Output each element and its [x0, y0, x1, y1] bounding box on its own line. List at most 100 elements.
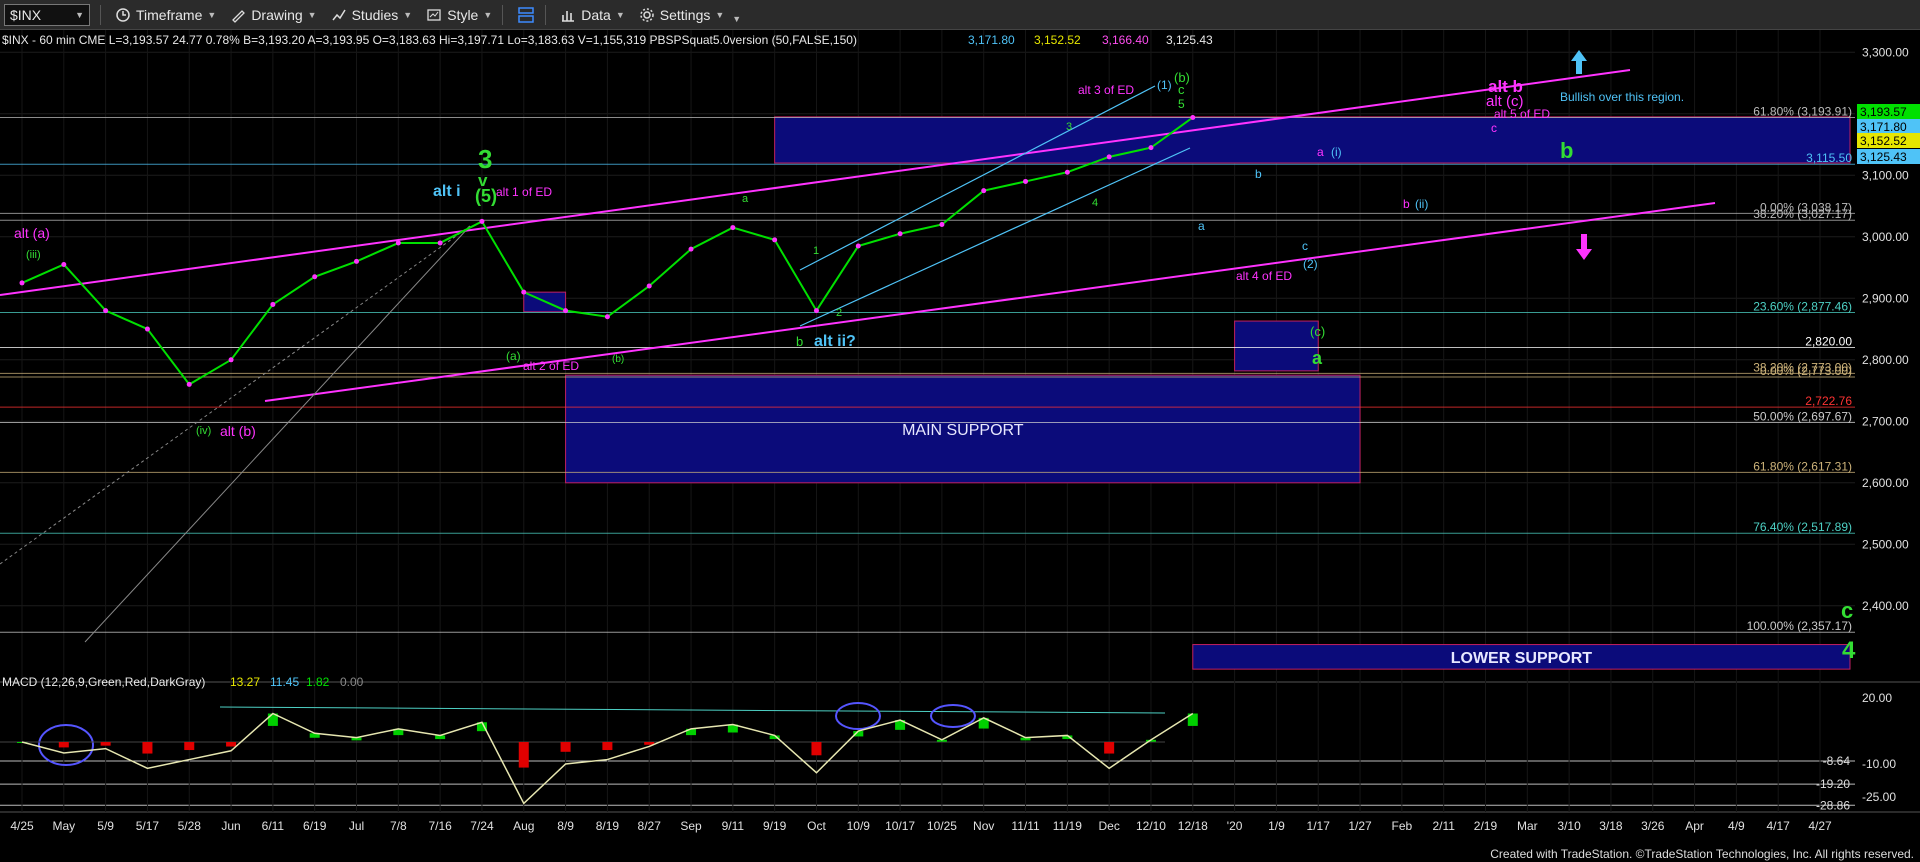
- time-tick-label: 9/11: [722, 819, 745, 833]
- price-point: [228, 357, 234, 363]
- price-point: [103, 308, 109, 314]
- time-tick-label: 4/25: [10, 819, 34, 833]
- macd-tick-label: -10.00: [1862, 757, 1896, 771]
- info-value: 3,166.40: [1102, 33, 1149, 47]
- time-tick-label: 6/11: [262, 819, 285, 833]
- time-axis: 4/25 May 5/9 5/17 5/28 Jun 6/11 6/19 Jul 7/8 7/16 7…: [10, 819, 1832, 833]
- wave-label: alt (a): [14, 225, 50, 241]
- style-menu[interactable]: Style ▼: [426, 7, 492, 23]
- data-label: Data: [581, 6, 611, 23]
- wave-label: alt i: [433, 183, 461, 200]
- zone-label: LOWER SUPPORT: [1451, 650, 1593, 667]
- toolbar-divider: [545, 4, 547, 25]
- price-tick-label: 3,100.00: [1862, 168, 1909, 182]
- price-chart[interactable]: -8.64 -19.20 -28.86 MAIN SUPPORT LOWER SUPP…: [0, 30, 1920, 862]
- price-tick-label: 2,900.00: [1862, 291, 1909, 305]
- timeframe-menu[interactable]: Timeframe ▼: [115, 7, 216, 23]
- wave-label: b: [1560, 138, 1573, 163]
- time-tick-label: 4/27: [1808, 819, 1832, 833]
- time-tick-label: May: [52, 819, 75, 833]
- wave-label: a: [1317, 145, 1324, 159]
- time-tick-label: 5/9: [97, 819, 114, 833]
- price-point: [939, 222, 945, 227]
- macd-trend-line: [219, 706, 1166, 714]
- wave-label: c: [1841, 598, 1853, 623]
- macd-histogram-bar: [602, 742, 613, 751]
- price-tick-label: 2,400.00: [1862, 599, 1909, 613]
- wave-label: (a): [506, 349, 521, 363]
- time-tick-label: '20: [1227, 819, 1243, 833]
- wave-label: (iii): [26, 249, 41, 261]
- time-tick-label: Jun: [221, 819, 240, 833]
- macd-value: 1.82: [306, 675, 330, 689]
- price-point: [897, 231, 903, 237]
- wave-label: (c): [1310, 324, 1325, 339]
- price-point: [19, 280, 25, 286]
- wave-label: Bullish over this region.: [1560, 90, 1684, 104]
- price-point: [604, 314, 610, 320]
- price-point: [1106, 154, 1112, 160]
- wave-label: a: [742, 193, 749, 205]
- overflow-icon[interactable]: ▼: [732, 14, 741, 24]
- macd-value: 13.27: [230, 675, 260, 689]
- wave-label: (ii): [1415, 197, 1428, 211]
- wave-label: 4: [1092, 197, 1098, 209]
- macd-histogram-bar: [142, 742, 153, 754]
- wave-label: b: [1403, 197, 1410, 211]
- time-tick-label: 12/18: [1178, 819, 1208, 833]
- settings-menu[interactable]: Settings ▼: [639, 7, 724, 23]
- wave-label: alt 5 of ED: [1494, 107, 1550, 121]
- fib-label: 2,722.76: [1805, 394, 1852, 408]
- macd-values: 13.27 11.45 1.82 0.00: [230, 675, 364, 689]
- timeframe-label: Timeframe: [136, 6, 203, 23]
- price-point: [563, 308, 569, 314]
- macd-histogram-bar: [184, 742, 195, 751]
- price-point: [270, 301, 276, 307]
- fib-label: 50.00% (2,697.67): [1753, 410, 1852, 424]
- time-tick-label: 5/28: [178, 819, 202, 833]
- price-tick-label: 2,500.00: [1862, 537, 1909, 551]
- wave-label: c: [1491, 121, 1497, 135]
- time-tick-label: Oct: [807, 819, 826, 833]
- time-tick-label: 7/16: [428, 819, 452, 833]
- wave-label: alt ii?: [814, 333, 856, 350]
- fib-label: 3,115.50: [1806, 151, 1852, 165]
- studies-icon: [332, 9, 346, 20]
- wave-label: 5: [1178, 97, 1185, 111]
- macd-level-label: -8.64: [1823, 754, 1851, 768]
- symbol-input[interactable]: $INX ▼: [4, 3, 90, 26]
- time-tick-label: 10/9: [847, 819, 871, 833]
- chevron-down-icon: ▼: [307, 9, 317, 20]
- price-point: [1148, 145, 1154, 151]
- time-tick-label: Sep: [680, 819, 702, 833]
- data-menu[interactable]: Data ▼: [560, 7, 625, 23]
- time-tick-label: 1/17: [1307, 819, 1331, 833]
- price-tag-label: 3,125.43: [1860, 150, 1907, 164]
- price-point: [479, 218, 485, 224]
- macd-histogram-bar: [518, 742, 529, 768]
- info-value: 3,152.52: [1034, 33, 1081, 47]
- time-tick-label: 1/9: [1268, 819, 1285, 833]
- chevron-down-icon: ▼: [403, 9, 413, 20]
- layout-button[interactable]: [517, 6, 535, 24]
- wave-label: alt 3 of ED: [1078, 83, 1134, 97]
- macd-histogram-bar: [560, 742, 571, 752]
- wave-label: (i): [1331, 145, 1342, 159]
- studies-menu[interactable]: Studies ▼: [331, 7, 413, 23]
- price-tick-label: 3,000.00: [1862, 230, 1909, 244]
- price-point: [521, 289, 527, 295]
- wave-label: c: [1302, 239, 1308, 253]
- macd-tick-label: 20.00: [1862, 691, 1892, 705]
- symbol-text: $INX: [10, 6, 42, 23]
- drawing-menu[interactable]: Drawing ▼: [230, 7, 317, 23]
- fib-label: 61.80% (3,193.91): [1753, 104, 1852, 118]
- time-tick-label: Mar: [1517, 819, 1538, 833]
- support-zone: [1234, 320, 1319, 372]
- wave-label: a: [1198, 219, 1205, 233]
- time-tick-label: 10/17: [885, 819, 915, 833]
- chart-toolbar: $INX ▼ Timeframe ▼ Drawing ▼ Studies ▼ S…: [0, 0, 1920, 30]
- time-tick-label: 3/18: [1599, 819, 1623, 833]
- time-tick-label: 12/10: [1136, 819, 1166, 833]
- time-tick-label: 2/19: [1474, 819, 1498, 833]
- macd-histogram-bar: [1104, 742, 1115, 754]
